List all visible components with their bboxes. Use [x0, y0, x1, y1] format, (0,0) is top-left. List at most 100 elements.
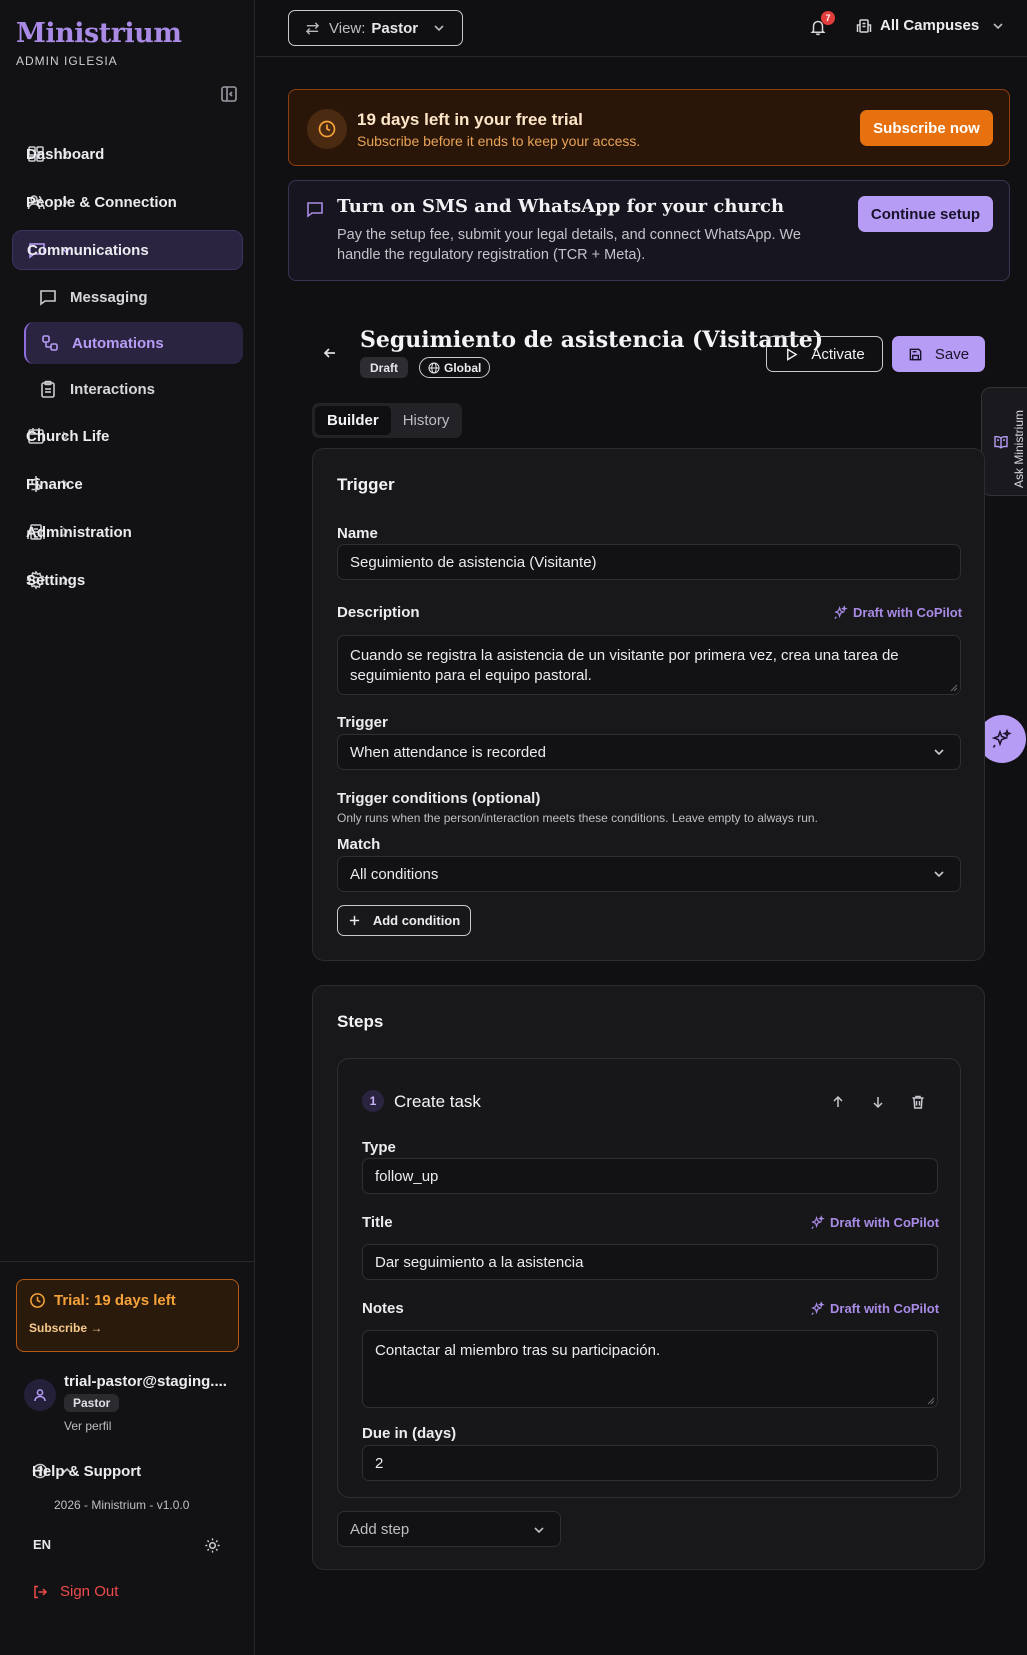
match-value: All conditions [350, 865, 439, 883]
subscribe-now-button[interactable]: Subscribe now [860, 110, 993, 146]
help-support-toggle[interactable]: Help & Support [32, 1462, 224, 1480]
sparkle-icon [991, 728, 1012, 748]
back-arrow-icon[interactable] [320, 343, 340, 363]
sidebar-item-settings[interactable]: Settings [12, 560, 243, 600]
activate-label: Activate [811, 345, 865, 363]
communications-submenu: Messaging Automations Interactions [24, 276, 243, 410]
sidebar-item-label: Church Life [26, 427, 110, 445]
title-copilot-button[interactable]: Draft with CoPilot [810, 1215, 939, 1230]
sidebar-divider [0, 1261, 255, 1262]
chevron-down-icon [991, 19, 1005, 33]
building-icon [856, 18, 872, 34]
tab-builder[interactable]: Builder [315, 406, 391, 435]
add-condition-label: Add condition [372, 913, 461, 928]
arrow-up-icon[interactable] [830, 1094, 846, 1110]
notes-copilot-button[interactable]: Draft with CoPilot [810, 1301, 939, 1316]
resize-handle-icon[interactable] [927, 1397, 935, 1405]
description-textarea[interactable]: Cuando se registra la asistencia de un v… [337, 635, 961, 695]
top-bar: View: Pastor 7 All Campuses [256, 0, 1027, 57]
due-label: Due in (days) [362, 1425, 457, 1442]
copilot-label: Draft with CoPilot [853, 605, 963, 620]
plus-icon [349, 915, 359, 926]
notification-badge: 7 [821, 11, 835, 25]
builder-tabs: Builder History [312, 403, 462, 438]
sparkle-icon [811, 1301, 825, 1315]
type-input[interactable]: follow_up [362, 1158, 938, 1194]
arrow-down-icon[interactable] [870, 1094, 886, 1110]
due-input[interactable]: 2 [362, 1445, 938, 1481]
version-text: 2026 - Ministrium - v1.0.0 [54, 1498, 190, 1512]
activate-button[interactable]: Activate [766, 336, 883, 372]
sidebar-item-label: Finance [26, 475, 83, 493]
tab-history[interactable]: History [391, 406, 462, 435]
user-icon [34, 1389, 46, 1402]
page-title: Seguimiento de asistencia (Visitante) [360, 327, 824, 353]
match-select[interactable]: All conditions [337, 856, 961, 892]
save-button[interactable]: Save [892, 336, 985, 372]
sms-banner-subtitle: Pay the setup fee, submit your legal det… [337, 227, 801, 263]
trial-card[interactable]: Trial: 19 days left Subscribe → [16, 1279, 239, 1352]
add-step-select[interactable]: Add step [337, 1511, 561, 1547]
sidebar-item-label: Administration [26, 523, 132, 541]
trigger-value: When attendance is recorded [350, 743, 546, 761]
user-email: trial-pastor@staging.... [64, 1373, 227, 1390]
steps-heading: Steps [337, 1012, 384, 1031]
sidebar-item-interactions[interactable]: Interactions [24, 368, 243, 410]
scope-badge: Global [419, 357, 491, 378]
add-step-label: Add step [350, 1520, 410, 1538]
step-card: 1 Create task Type follow_up Title Draft… [337, 1058, 961, 1498]
chevron-down-icon [932, 867, 946, 881]
resize-handle-icon[interactable] [950, 684, 958, 692]
sidebar-collapse-icon[interactable] [219, 84, 239, 104]
trial-banner-title: 19 days left in your free trial [357, 110, 583, 129]
help-support-label: Help & Support [32, 1462, 142, 1480]
sidebar-item-communications[interactable]: Communications [12, 230, 243, 270]
sidebar-item-people[interactable]: People & Connection [12, 182, 243, 222]
description-text: Cuando se registra la asistencia de un v… [350, 647, 899, 684]
sidebar-item-administration[interactable]: Administration [12, 512, 243, 552]
trash-icon[interactable] [910, 1094, 926, 1110]
campus-selector[interactable]: All Campuses [856, 17, 1005, 34]
notes-label: Notes [362, 1300, 404, 1317]
notes-text: Contactar al miembro tras su participaci… [375, 1342, 661, 1359]
sidebar-item-finance[interactable]: Finance [12, 464, 243, 504]
conditions-label: Trigger conditions (optional) [337, 790, 541, 807]
trigger-label: Trigger [337, 714, 388, 731]
sign-out-button[interactable]: Sign Out [32, 1583, 118, 1600]
sparkle-icon [834, 605, 848, 619]
sidebar-item-label: Interactions [70, 380, 156, 398]
profile-link[interactable]: Ver perfil [64, 1419, 111, 1433]
steps-card: Steps 1 Create task Type follow_up Title… [312, 985, 985, 1570]
sun-icon[interactable] [204, 1537, 221, 1554]
add-condition-button[interactable]: Add condition [337, 905, 471, 936]
sidebar-item-automations[interactable]: Automations [24, 322, 243, 364]
sparkle-icon [811, 1215, 825, 1229]
brand-name: Ministrium [16, 18, 182, 49]
continue-setup-button[interactable]: Continue setup [858, 196, 993, 232]
copilot-fab[interactable] [978, 715, 1026, 763]
trial-subscribe-link[interactable]: Subscribe → [29, 1321, 226, 1335]
ask-ministrium-tab[interactable]: Ask Ministrium [981, 387, 1027, 496]
title-input[interactable]: Dar seguimiento a la asistencia [362, 1244, 938, 1280]
globe-icon [428, 362, 440, 373]
sms-setup-banner: Turn on SMS and WhatsApp for your church… [288, 180, 1010, 281]
ask-ministrium-label: Ask Ministrium [1012, 409, 1026, 488]
step-title: Create task [394, 1092, 481, 1111]
step-number: 1 [362, 1090, 384, 1112]
language-switch[interactable]: EN [33, 1537, 51, 1552]
sidebar: Ministrium ADMIN IGLESIA Dashboard Peopl… [0, 0, 255, 1655]
view-switcher[interactable]: View: Pastor [288, 10, 463, 46]
brand[interactable]: Ministrium ADMIN IGLESIA [16, 18, 182, 68]
sidebar-item-dashboard[interactable]: Dashboard [12, 134, 243, 174]
notes-textarea[interactable]: Contactar al miembro tras su participaci… [362, 1330, 938, 1408]
chevron-down-icon [532, 1523, 546, 1537]
name-input[interactable]: Seguimiento de asistencia (Visitante) [337, 544, 961, 580]
trigger-select[interactable]: When attendance is recorded [337, 734, 961, 770]
sidebar-item-messaging[interactable]: Messaging [24, 276, 243, 318]
sms-banner-title: Turn on SMS and WhatsApp for your church [337, 196, 785, 217]
sidebar-item-label: Communications [27, 241, 149, 259]
sidebar-nav: Dashboard People & Connection Communicat… [12, 134, 243, 608]
workflow-icon [40, 333, 60, 353]
sidebar-item-church-life[interactable]: Church Life [12, 416, 243, 456]
description-copilot-button[interactable]: Draft with CoPilot [833, 605, 962, 620]
